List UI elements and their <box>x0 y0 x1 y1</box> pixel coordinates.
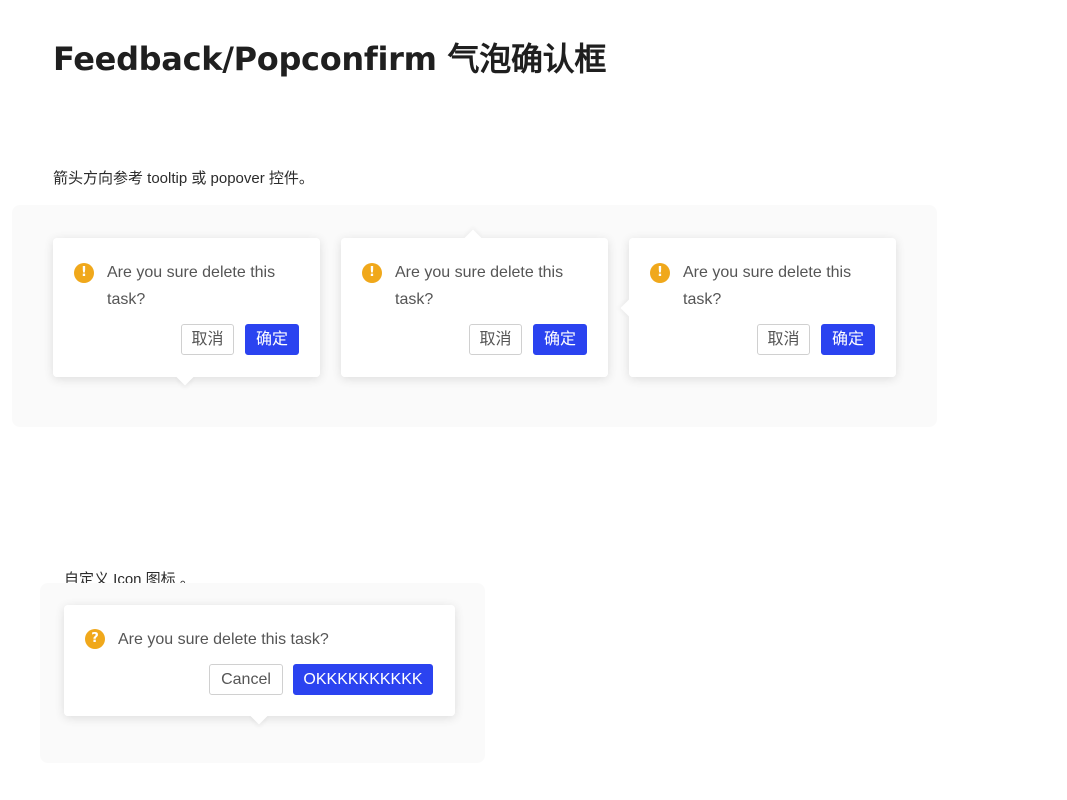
popconfirm-bottom: ! Are you sure delete this task? 取消 确定 <box>53 238 320 386</box>
confirm-button[interactable]: 确定 <box>533 324 587 355</box>
question-icon: ? <box>85 629 105 649</box>
popconfirm-message: Are you sure delete this task? <box>395 264 564 308</box>
cancel-button[interactable]: 取消 <box>469 324 522 355</box>
popconfirm-message: Are you sure delete this task? <box>118 631 329 648</box>
popconfirm-body: ! Are you sure delete this task? 取消 确定 <box>341 238 608 377</box>
popconfirm-left: ! Are you sure delete this task? 取消 确定 <box>620 238 896 377</box>
arrow-direction-description: 箭头方向参考 tooltip 或 popover 控件。 <box>53 170 314 187</box>
exclamation-icon: ! <box>650 263 670 283</box>
cancel-button[interactable]: Cancel <box>209 664 283 695</box>
confirm-button[interactable]: OKKKKKKKKKK <box>293 664 433 695</box>
confirm-button[interactable]: 确定 <box>245 324 299 355</box>
popconfirm-custom-icon: ? Are you sure delete this task? Cancel … <box>64 605 455 725</box>
exclamation-icon: ! <box>362 263 382 283</box>
exclamation-icon: ! <box>74 263 94 283</box>
page-title: Feedback/Popconfirm 气泡确认框 <box>53 40 607 78</box>
popconfirm-body: ! Are you sure delete this task? 取消 确定 <box>53 238 320 377</box>
popconfirm-message: Are you sure delete this task? <box>107 264 276 308</box>
popconfirm-body: ? Are you sure delete this task? Cancel … <box>64 605 455 716</box>
cancel-button[interactable]: 取消 <box>757 324 810 355</box>
popconfirm-body: ! Are you sure delete this task? 取消 确定 <box>629 238 896 377</box>
popconfirm-message: Are you sure delete this task? <box>683 264 852 308</box>
popconfirm-top: ! Are you sure delete this task? 取消 确定 <box>341 229 608 377</box>
confirm-button[interactable]: 确定 <box>821 324 875 355</box>
cancel-button[interactable]: 取消 <box>181 324 234 355</box>
